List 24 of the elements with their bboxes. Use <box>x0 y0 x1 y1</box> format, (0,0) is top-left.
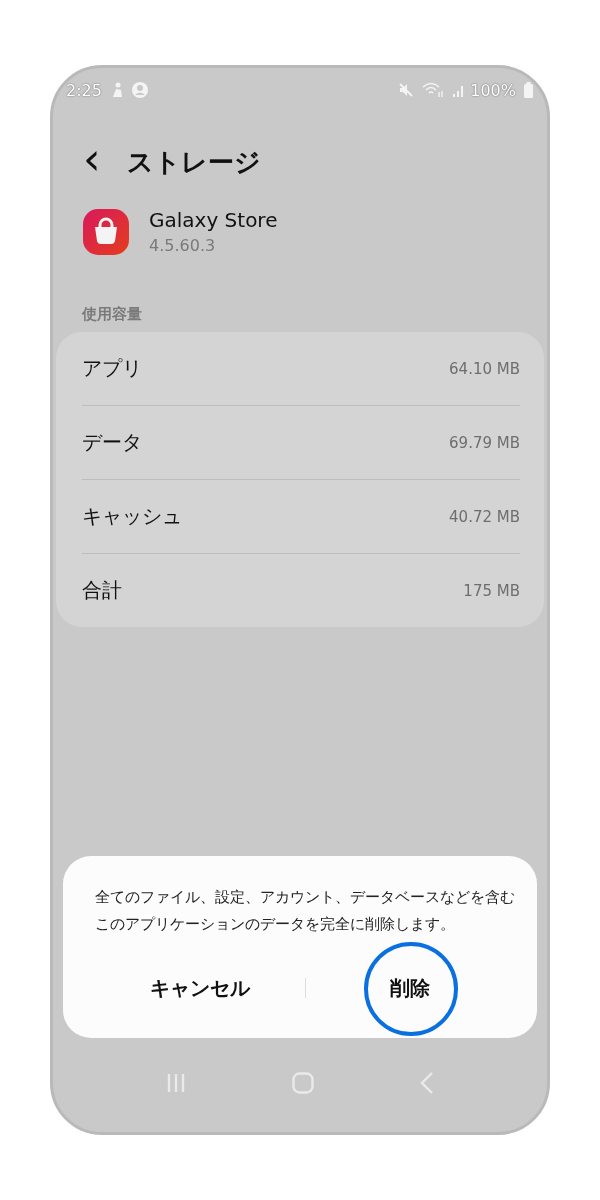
back-icon[interactable] <box>420 1072 434 1094</box>
usage-value: 40.72 MB <box>449 507 520 526</box>
app-name: Galaxy Store <box>149 208 278 232</box>
page-title: ストレージ <box>126 145 261 179</box>
usage-label: キャッシュ <box>82 503 182 530</box>
dialog-button[interactable]: 削除 <box>305 938 515 1038</box>
usage-value: 175 MB <box>463 581 520 600</box>
shopping-bag-app-icon <box>83 208 129 255</box>
battery-icon <box>524 82 533 98</box>
dialog-button[interactable]: キャンセル <box>95 938 305 1038</box>
wifi-icon <box>422 82 445 98</box>
usage-label: アプリ <box>82 355 142 382</box>
dialog-message: 全てのファイル、設定、アカウント、データベースなどを含むこのアプリケーションのデータを完全に削除します。 <box>95 887 515 935</box>
back-button[interactable]: ‹ <box>79 137 105 187</box>
app-version: 4.5.60.3 <box>149 236 217 255</box>
usage-label: 合計 <box>82 577 122 604</box>
recent-apps-icon[interactable] <box>166 1073 186 1093</box>
home-icon[interactable] <box>292 1072 314 1094</box>
mute-icon <box>398 82 415 98</box>
usage-label: データ <box>82 429 142 456</box>
usage-value: 64.10 MB <box>449 359 520 378</box>
usage-value: 69.79 MB <box>449 433 520 452</box>
account-icon <box>131 82 148 98</box>
section-title: 使用容量 <box>80 304 143 324</box>
